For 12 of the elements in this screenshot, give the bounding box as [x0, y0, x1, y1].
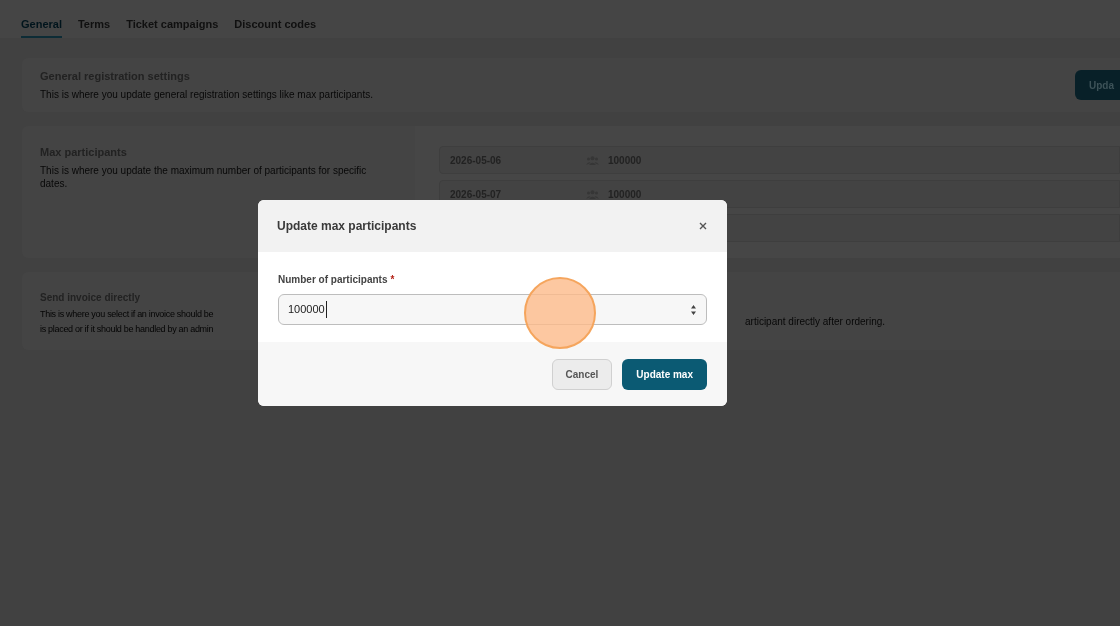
dialog-title: Update max participants: [277, 218, 417, 235]
field-label: Number of participants: [278, 273, 388, 287]
required-mark: *: [390, 273, 395, 287]
close-button[interactable]: [697, 220, 709, 232]
tab[interactable]: General: [21, 0, 62, 38]
option-description: articipant directly after ordering.: [745, 316, 886, 327]
field-value: 100000: [288, 301, 327, 318]
cancel-button[interactable]: Cancel: [551, 358, 613, 390]
people-icon: [586, 189, 599, 199]
close-icon: [699, 222, 707, 230]
update-max-button[interactable]: Update max: [622, 358, 707, 390]
stepper-icon[interactable]: [690, 303, 697, 316]
